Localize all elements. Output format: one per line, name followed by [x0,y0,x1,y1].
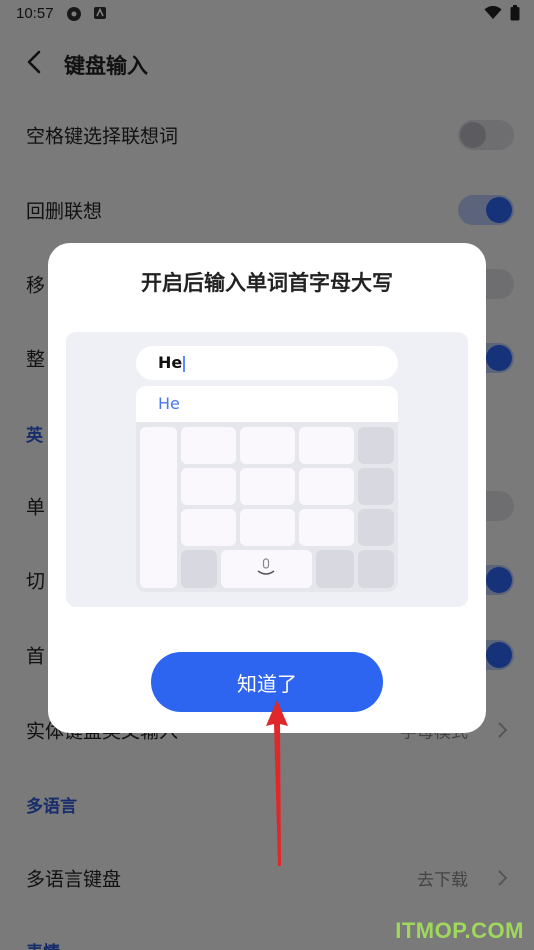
annotation-arrow [262,700,292,870]
preview-key [181,550,217,588]
preview-key [240,509,295,546]
preview-input-bar: He [136,346,398,380]
preview-key [181,427,236,464]
preview-candidate: He [158,394,180,413]
text-cursor [183,355,186,372]
preview-key [316,550,354,588]
watermark: ITMOP.COM [395,918,524,943]
preview-key [181,509,236,546]
preview-keyboard: He [136,386,398,592]
tip-dialog: 开启后输入单词首字母大写 He He 知道了 [48,243,486,733]
preview-space-key [221,550,312,588]
preview-candidate-bar: He [136,386,398,422]
keyboard-preview-illustration: He He [66,332,468,607]
preview-key [358,427,394,464]
preview-key [299,427,354,464]
microphone-icon [255,557,277,583]
preview-key [299,468,354,505]
dialog-title: 开启后输入单词首字母大写 [141,271,393,295]
preview-key [299,509,354,546]
preview-key [240,427,295,464]
preview-input-text: He [158,353,183,372]
preview-key [240,468,295,505]
preview-key [140,427,177,588]
preview-key [358,509,394,546]
preview-key [181,468,236,505]
preview-key [358,550,394,588]
preview-key [358,468,394,505]
